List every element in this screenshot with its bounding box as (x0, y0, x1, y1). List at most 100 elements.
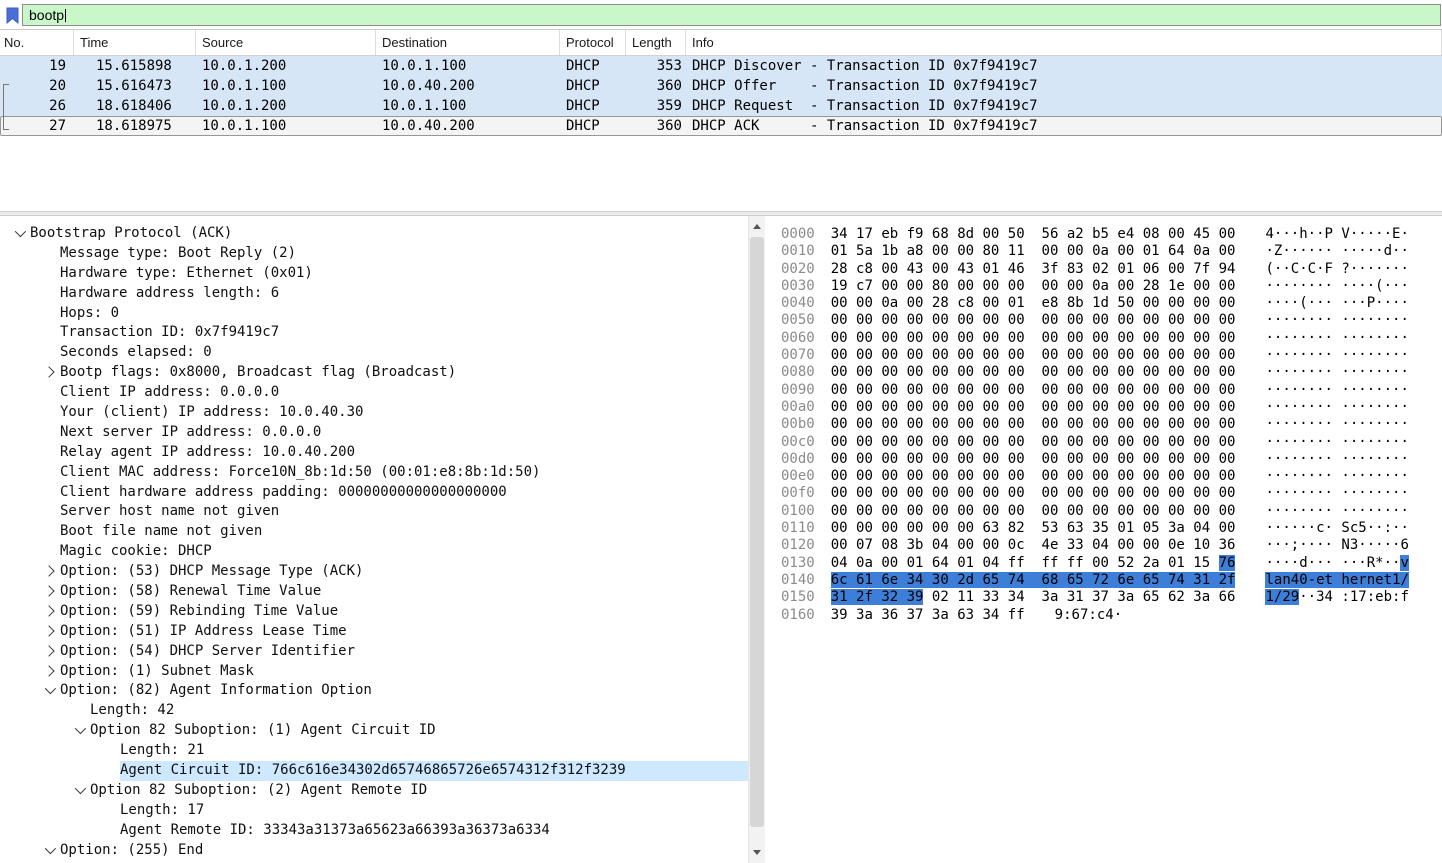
detail-tree-row[interactable]: Option: (255) End (0, 841, 748, 861)
detail-tree-row[interactable]: Client IP address: 0.0.0.0 (0, 383, 748, 403)
hex-row[interactable]: 010000 00 00 00 00 00 00 00 00 00 00 00 … (781, 503, 1442, 520)
expander-box[interactable] (38, 662, 60, 682)
hex-row[interactable]: 016039 3a 36 37 3a 63 34 ff9:67:c4· (781, 607, 1442, 624)
chevron-right-icon[interactable] (43, 665, 54, 676)
detail-tree-row[interactable]: Agent Remote ID: 33343a31373a65623a66393… (0, 821, 748, 841)
scroll-up-button[interactable] (749, 219, 765, 234)
detail-tree-row[interactable]: Option: (58) Renewal Time Value (0, 582, 748, 602)
scrollbar-thumb[interactable] (750, 237, 764, 827)
detail-tree-row[interactable]: Option: (51) IP Address Lease Time (0, 622, 748, 642)
chevron-down-icon[interactable] (75, 723, 86, 734)
hex-row[interactable]: 009000 00 00 00 00 00 00 00 00 00 00 00 … (781, 382, 1442, 399)
column-header-source[interactable]: Source (196, 30, 376, 55)
chevron-right-icon[interactable] (43, 625, 54, 636)
detail-tree-row[interactable]: Client MAC address: Force10N_8b:1d:50 (0… (0, 463, 748, 483)
detail-tree-row[interactable]: Length: 17 (0, 801, 748, 821)
chevron-right-icon[interactable] (43, 645, 54, 656)
expander-box[interactable] (68, 721, 90, 741)
column-header-time[interactable]: Time (74, 30, 196, 55)
chevron-down-icon[interactable] (75, 783, 86, 794)
detail-tree-row[interactable]: Hops: 0 (0, 304, 748, 324)
hex-row[interactable]: 015031 2f 32 39 02 11 33 34 3a 31 37 3a … (781, 589, 1442, 606)
detail-tree-row[interactable]: Option: (1) Subnet Mask (0, 662, 748, 682)
packet-list-header[interactable]: No.TimeSourceDestinationProtocolLengthIn… (0, 30, 1442, 56)
detail-tree-row[interactable]: Boot file name not given (0, 522, 748, 542)
expander-box[interactable] (38, 841, 60, 861)
expander-box[interactable] (38, 602, 60, 622)
chevron-down-icon[interactable] (15, 226, 26, 237)
detail-tree-row[interactable]: Seconds elapsed: 0 (0, 343, 748, 363)
column-header-length[interactable]: Length (626, 30, 686, 55)
detail-scrollbar[interactable] (748, 216, 765, 863)
hex-row[interactable]: 002028 c8 00 43 00 43 01 46 3f 83 02 01 … (781, 261, 1442, 278)
detail-tree-row[interactable]: Option: (82) Agent Information Option (0, 681, 748, 701)
hex-row[interactable]: 003019 c7 00 00 80 00 00 00 00 00 0a 00 … (781, 278, 1442, 295)
detail-tree-row[interactable]: Option: (53) DHCP Message Type (ACK) (0, 562, 748, 582)
hex-row[interactable]: 000034 17 eb f9 68 8d 00 50 56 a2 b5 e4 … (781, 226, 1442, 243)
filter-bookmark-button[interactable] (2, 7, 22, 24)
detail-tree-row[interactable]: Server host name not given (0, 502, 748, 522)
hex-row[interactable]: 007000 00 00 00 00 00 00 00 00 00 00 00 … (781, 347, 1442, 364)
hex-row[interactable]: 001001 5a 1b a8 00 00 80 11 00 00 0a 00 … (781, 243, 1442, 260)
column-header-info[interactable]: Info (686, 30, 1442, 55)
packet-row[interactable]: 1915.61589810.0.1.20010.0.1.100DHCP353DH… (0, 56, 1442, 76)
expander-box[interactable] (38, 681, 60, 701)
detail-tree-row[interactable]: Transaction ID: 0x7f9419c7 (0, 323, 748, 343)
detail-tree-row[interactable]: Option: (59) Rebinding Time Value (0, 602, 748, 622)
detail-tree-row[interactable]: Option 82 Suboption: (1) Agent Circuit I… (0, 721, 748, 741)
detail-tree-row[interactable]: Option 82 Suboption: (2) Agent Remote ID (0, 781, 748, 801)
detail-tree-row[interactable]: Your (client) IP address: 10.0.40.30 (0, 403, 748, 423)
packet-row[interactable]: 2718.61897510.0.1.10010.0.40.200DHCP360D… (0, 116, 1442, 136)
detail-tree-row[interactable]: Hardware address length: 6 (0, 284, 748, 304)
chevron-right-icon[interactable] (43, 367, 54, 378)
chevron-down-icon[interactable] (45, 683, 56, 694)
column-header-protocol[interactable]: Protocol (560, 30, 626, 55)
display-filter-input[interactable]: bootp (22, 4, 1441, 26)
hex-row[interactable]: 00b000 00 00 00 00 00 00 00 00 00 00 00 … (781, 416, 1442, 433)
detail-tree-row[interactable]: Option: (54) DHCP Server Identifier (0, 642, 748, 662)
packet-bytes-pane[interactable]: 000034 17 eb f9 68 8d 00 50 56 a2 b5 e4 … (765, 216, 1442, 863)
detail-tree-row[interactable]: Length: 21 (0, 741, 748, 761)
hex-row[interactable]: 006000 00 00 00 00 00 00 00 00 00 00 00 … (781, 330, 1442, 347)
hex-row[interactable]: 00f000 00 00 00 00 00 00 00 00 00 00 00 … (781, 485, 1442, 502)
detail-tree-row[interactable]: Hardware type: Ethernet (0x01) (0, 264, 748, 284)
column-header-destination[interactable]: Destination (376, 30, 560, 55)
expander-box[interactable] (38, 622, 60, 642)
hex-row[interactable]: 013004 0a 00 01 64 01 04 ff ff ff 00 52 … (781, 555, 1442, 572)
expander-box[interactable] (38, 562, 60, 582)
hex-row[interactable]: 00a000 00 00 00 00 00 00 00 00 00 00 00 … (781, 399, 1442, 416)
chevron-right-icon[interactable] (43, 605, 54, 616)
detail-tree-row[interactable]: Relay agent IP address: 10.0.40.200 (0, 443, 748, 463)
expander-box[interactable] (68, 781, 90, 801)
hex-row[interactable]: 00d000 00 00 00 00 00 00 00 00 00 00 00 … (781, 451, 1442, 468)
expander-box[interactable] (38, 582, 60, 602)
chevron-down-icon[interactable] (45, 843, 56, 854)
packet-row[interactable]: 2015.61647310.0.1.10010.0.40.200DHCP360D… (0, 76, 1442, 96)
chevron-right-icon[interactable] (43, 565, 54, 576)
expander-box[interactable] (38, 363, 60, 383)
detail-tree-row[interactable]: Next server IP address: 0.0.0.0 (0, 423, 748, 443)
detail-field-text: Hardware address length: 6 (60, 284, 279, 304)
hex-row[interactable]: 004000 00 0a 00 28 c8 00 01 e8 8b 1d 50 … (781, 295, 1442, 312)
hex-offset: 00d0 (781, 451, 815, 467)
detail-tree-row[interactable]: Bootstrap Protocol (ACK) (0, 224, 748, 244)
detail-tree-row[interactable]: Magic cookie: DHCP (0, 542, 748, 562)
hex-row[interactable]: 01406c 61 6e 34 30 2d 65 74 68 65 72 6e … (781, 572, 1442, 589)
hex-row[interactable]: 00e000 00 00 00 00 00 00 00 00 00 00 00 … (781, 468, 1442, 485)
detail-tree-row[interactable]: Message type: Boot Reply (2) (0, 244, 748, 264)
hex-row[interactable]: 00c000 00 00 00 00 00 00 00 00 00 00 00 … (781, 434, 1442, 451)
hex-row[interactable]: 012000 07 08 3b 04 00 00 0c 4e 33 04 00 … (781, 537, 1442, 554)
chevron-right-icon[interactable] (43, 585, 54, 596)
detail-tree-row[interactable]: Agent Circuit ID: 766c616e34302d65746865… (0, 761, 748, 781)
hex-row[interactable]: 011000 00 00 00 00 00 63 82 53 63 35 01 … (781, 520, 1442, 537)
hex-row[interactable]: 008000 00 00 00 00 00 00 00 00 00 00 00 … (781, 364, 1442, 381)
hex-row[interactable]: 005000 00 00 00 00 00 00 00 00 00 00 00 … (781, 312, 1442, 329)
detail-tree-row[interactable]: Client hardware address padding: 0000000… (0, 483, 748, 503)
detail-tree-row[interactable]: Bootp flags: 0x8000, Broadcast flag (Bro… (0, 363, 748, 383)
expander-box[interactable] (8, 224, 30, 244)
expander-box[interactable] (38, 642, 60, 662)
scroll-down-button[interactable] (749, 845, 765, 860)
column-header-no[interactable]: No. (0, 30, 74, 55)
packet-row[interactable]: 2618.61840610.0.1.20010.0.1.100DHCP359DH… (0, 96, 1442, 116)
detail-tree-row[interactable]: Length: 42 (0, 701, 748, 721)
